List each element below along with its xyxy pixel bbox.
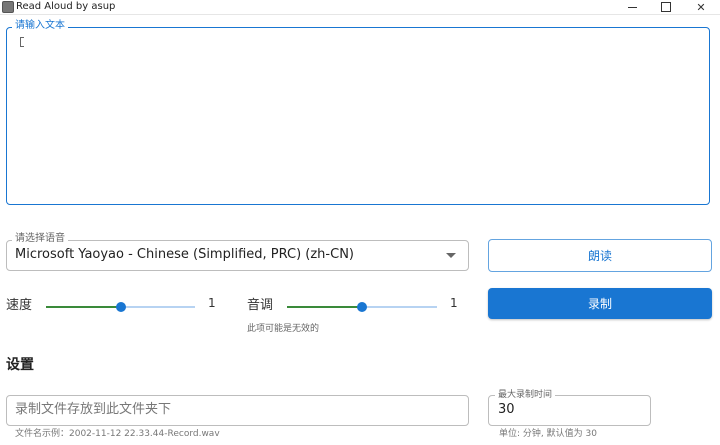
dropdown-arrow-icon[interactable] — [446, 253, 456, 258]
pitch-slider-thumb[interactable] — [357, 302, 367, 312]
max-record-time-value: 30 — [498, 402, 515, 417]
maximize-button[interactable] — [646, 0, 686, 14]
record-folder-hint: 文件名示例：2002-11-12 22.33.44-Record.wav — [15, 429, 220, 439]
title-bar: Read Aloud by asup ✕ — [0, 0, 720, 15]
speed-slider[interactable] — [46, 302, 195, 312]
record-button[interactable]: 录制 — [488, 288, 712, 319]
close-icon: ✕ — [696, 0, 706, 14]
speed-slider-fill — [46, 306, 121, 308]
minimize-icon — [627, 6, 637, 8]
speed-value: 1 — [208, 296, 216, 310]
settings-title: 设置 — [6, 357, 34, 373]
voice-select-value: Microsoft Yaoyao - Chinese (Simplified, … — [15, 247, 354, 262]
app-icon — [2, 1, 14, 13]
text-input-area[interactable] — [6, 27, 710, 205]
window-title: Read Aloud by asup — [16, 1, 116, 12]
text-cursor-icon — [20, 37, 24, 47]
record-folder-placeholder: 录制文件存放到此文件夹下 — [15, 402, 172, 417]
pitch-value: 1 — [450, 296, 458, 310]
speed-slider-thumb[interactable] — [115, 302, 126, 312]
pitch-label: 音调 — [247, 298, 274, 313]
close-button[interactable]: ✕ — [681, 0, 720, 14]
speed-label: 速度 — [6, 298, 33, 313]
pitch-slider-fill — [287, 306, 362, 308]
maximize-icon — [661, 2, 671, 12]
max-record-time-hint: 单位: 分钟, 默认值为 30 — [499, 429, 597, 439]
max-record-time-label: 最大录制时间 — [495, 390, 556, 400]
text-input-label: 请输入文本 — [12, 20, 68, 32]
pitch-hint: 此项可能是无效的 — [247, 324, 320, 334]
voice-select-label: 请选择语音 — [12, 233, 68, 245]
read-aloud-button[interactable]: 朗读 — [488, 239, 712, 272]
pitch-slider[interactable] — [287, 302, 437, 312]
